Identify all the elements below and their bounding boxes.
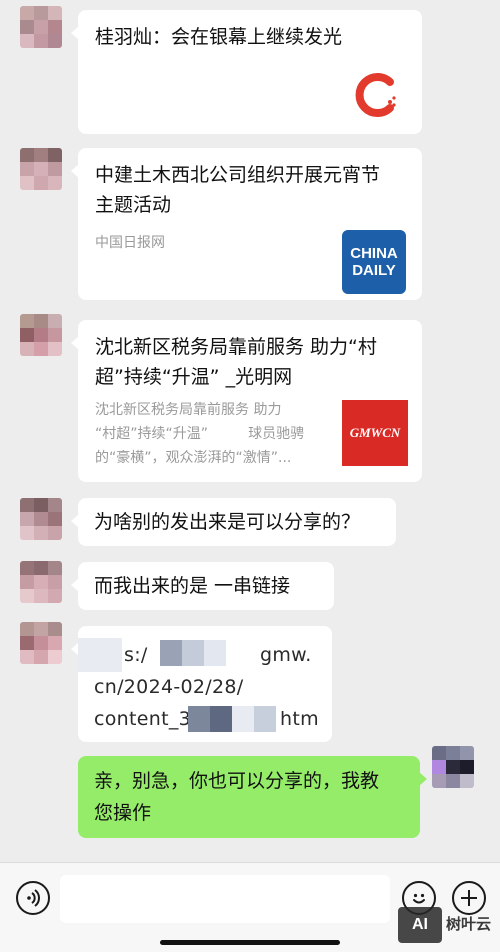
link-card-message[interactable]: 中建土木西北公司组织开展元宵节 主题活动 中国日报网 CHINA DAILY bbox=[71, 148, 422, 300]
card-description: 的“豪横”，观众澎湃的“激情”... bbox=[95, 450, 292, 466]
message-input[interactable] bbox=[60, 875, 390, 923]
card-title: 中建土木西北公司组织开展元宵节 bbox=[95, 164, 381, 186]
card-title: 主题活动 bbox=[95, 194, 172, 216]
avatar[interactable] bbox=[20, 561, 62, 603]
censor-mosaic bbox=[182, 640, 204, 666]
voice-icon bbox=[27, 889, 40, 907]
message-text: 而我出来的是 一串链接 bbox=[94, 575, 291, 597]
avatar[interactable] bbox=[20, 148, 62, 190]
message-text: 为啥别的发出来是可以分享的？ bbox=[94, 511, 361, 533]
card-title: 超”持续“升温” _光明网 bbox=[95, 366, 293, 388]
logo-text: DAILY bbox=[352, 262, 396, 279]
censor-mosaic bbox=[232, 706, 254, 732]
card-source: 中国日报网 bbox=[95, 235, 165, 251]
avatar[interactable] bbox=[20, 498, 62, 540]
censor-mosaic bbox=[210, 706, 232, 732]
link-text-message[interactable]: s:/ gmw. cn/2024-02/28/ content_3 htm bbox=[71, 626, 332, 742]
gmw-logo-icon: GMWCN bbox=[342, 400, 408, 466]
message-text: 您操作 bbox=[94, 802, 152, 824]
china-daily-logo-icon: CHINA DAILY bbox=[342, 230, 406, 294]
logo-text: CHINA bbox=[350, 245, 398, 262]
home-indicator[interactable] bbox=[160, 940, 340, 945]
link-text[interactable]: content_3 bbox=[94, 704, 191, 734]
text-message[interactable]: 而我出来的是 一串链接 bbox=[71, 562, 334, 610]
voice-button[interactable] bbox=[16, 881, 50, 915]
link-text[interactable]: htm bbox=[280, 704, 319, 734]
avatar[interactable] bbox=[20, 314, 62, 356]
censor-mosaic bbox=[254, 706, 276, 732]
ai-badge-icon: AI bbox=[398, 907, 442, 943]
link-text[interactable]: cn/2024-02/28/ bbox=[94, 672, 243, 702]
c-logo-icon bbox=[350, 68, 404, 122]
censor-mosaic bbox=[78, 638, 122, 672]
logo-text: GMWCN bbox=[349, 425, 401, 440]
watermark: AI 树叶云 bbox=[398, 905, 498, 945]
avatar[interactable] bbox=[432, 746, 474, 788]
site-label: 树叶云 bbox=[446, 915, 492, 933]
outgoing-text-message[interactable]: 亲，别急，你也可以分享的，我教 您操作 bbox=[78, 756, 427, 838]
avatar[interactable] bbox=[20, 6, 62, 48]
text-message[interactable]: 为啥别的发出来是可以分享的？ bbox=[71, 498, 396, 546]
ai-label: AI bbox=[412, 916, 428, 933]
link-text[interactable]: gmw. bbox=[260, 640, 312, 670]
link-card-message[interactable]: 桂羽灿：会在银幕上继续发光 bbox=[71, 10, 422, 134]
chat-input-bar: AI 树叶云 bbox=[0, 862, 500, 952]
link-text[interactable]: s:/ bbox=[124, 640, 148, 670]
censor-mosaic bbox=[160, 640, 182, 666]
censor-mosaic bbox=[188, 706, 210, 732]
card-title: 沈北新区税务局靠前服务 助力“村 bbox=[95, 336, 377, 358]
censor-mosaic bbox=[204, 640, 226, 666]
card-description: “村超”持续“升温” 球员驰骋 bbox=[95, 426, 305, 442]
card-description: 沈北新区税务局靠前服务 助力 bbox=[95, 402, 282, 418]
card-title: 桂羽灿：会在银幕上继续发光 bbox=[95, 26, 343, 48]
link-card-message[interactable]: 沈北新区税务局靠前服务 助力“村 超”持续“升温” _光明网 沈北新区税务局靠前… bbox=[71, 320, 422, 482]
message-text: 亲，别急，你也可以分享的，我教 bbox=[94, 770, 380, 792]
avatar[interactable] bbox=[20, 622, 62, 664]
